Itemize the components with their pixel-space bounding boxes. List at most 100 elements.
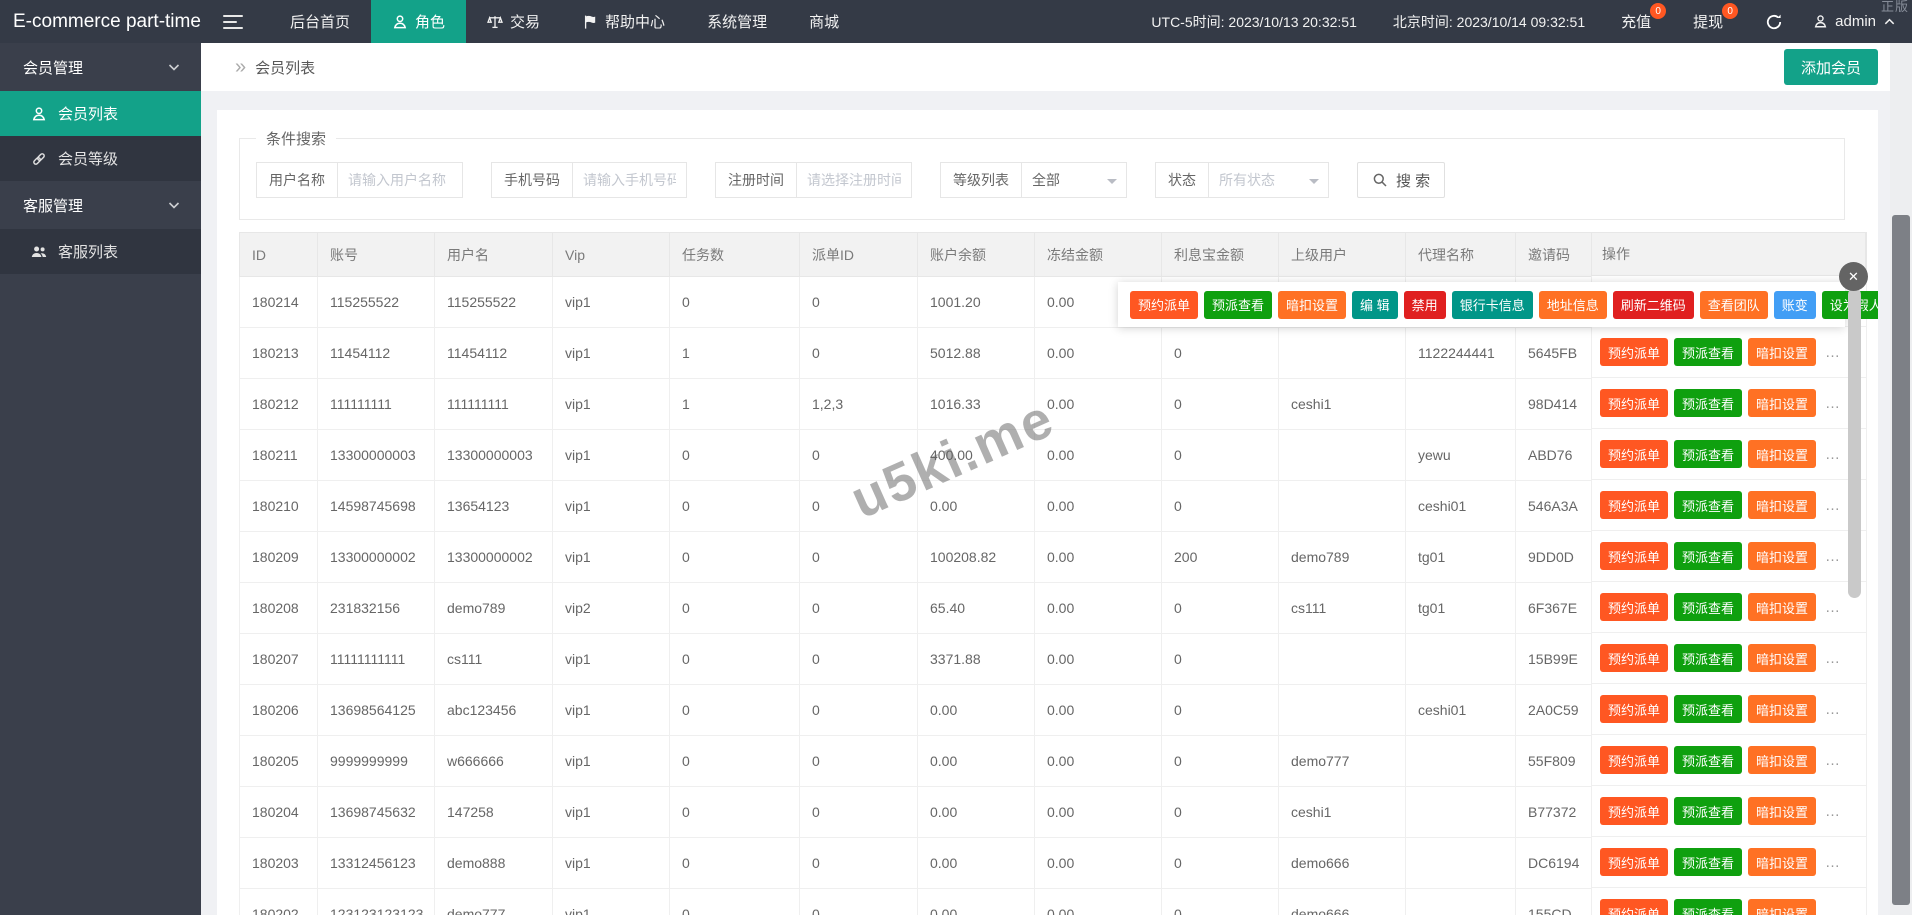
nav-item-2[interactable]: 交易 (466, 0, 561, 43)
action-button[interactable]: 暗扣设置 (1748, 542, 1817, 570)
action-button[interactable]: 暗扣设置 (1748, 440, 1817, 468)
more-actions-icon[interactable]: … (1825, 446, 1841, 463)
action-button[interactable]: 预派查看 (1674, 695, 1743, 723)
more-actions-icon[interactable]: … (1825, 854, 1841, 871)
field-select-3[interactable]: 全部 (1021, 162, 1127, 198)
table-cell: 11111111111 (317, 633, 435, 685)
action-button[interactable]: 预约派单 (1600, 899, 1669, 915)
action-button[interactable]: 暗扣设置 (1748, 695, 1817, 723)
quick-link-0[interactable]: 充值 0 (1621, 3, 1667, 32)
table-cell (1405, 837, 1516, 889)
nav-item-5[interactable]: 商城 (788, 0, 860, 43)
action-button[interactable]: 暗扣设置 (1748, 746, 1817, 774)
table-cell: 3371.88 (917, 633, 1035, 685)
action-button[interactable]: 预约派单 (1600, 848, 1669, 876)
action-button[interactable]: 预约派单 (1600, 389, 1669, 417)
more-actions-icon[interactable]: … (1825, 701, 1841, 718)
action-button[interactable]: 暗扣设置 (1748, 644, 1817, 672)
action-button[interactable]: 刷新二维码 (1612, 290, 1694, 319)
action-button[interactable]: 银行卡信息 (1451, 290, 1533, 319)
action-button[interactable]: 暗扣设置 (1748, 389, 1817, 417)
action-button[interactable]: 预派查看 (1674, 899, 1743, 915)
action-button[interactable]: 预约派单 (1600, 695, 1669, 723)
action-button[interactable]: 预约派单 (1600, 542, 1669, 570)
action-button[interactable]: 预约派单 (1600, 644, 1669, 672)
sidebar-group-1[interactable]: 客服管理 (0, 181, 201, 229)
table-scrollbar-thumb[interactable] (1848, 288, 1861, 598)
action-button[interactable]: 预派查看 (1674, 644, 1743, 672)
nav-item-4[interactable]: 系统管理 (686, 0, 788, 43)
nav-item-3[interactable]: 帮助中心 (561, 0, 686, 43)
menu-toggle-icon[interactable] (223, 14, 243, 29)
page-scrollbar-thumb[interactable] (1892, 215, 1910, 905)
action-button[interactable]: 预派查看 (1674, 338, 1743, 366)
close-icon[interactable]: ✕ (1839, 262, 1868, 291)
sidebar-group-0[interactable]: 会员管理 (0, 43, 201, 91)
add-member-button[interactable]: 添加会员 (1783, 49, 1878, 85)
table-cell: 0 (669, 837, 800, 889)
more-actions-icon[interactable]: … (1825, 905, 1841, 915)
action-button[interactable]: 预派查看 (1674, 593, 1743, 621)
more-actions-icon[interactable]: … (1825, 599, 1841, 616)
action-button[interactable]: 暗扣设置 (1748, 899, 1817, 915)
field-select-4[interactable]: 所有状态 (1208, 162, 1329, 198)
more-actions-icon[interactable]: … (1825, 395, 1841, 412)
actions-cell-6: 预约派单 预派查看 暗扣设置 … (1591, 582, 1866, 633)
sidebar-item-0-0[interactable]: 会员列表 (0, 91, 201, 136)
table-cell: 0.00 (917, 837, 1035, 889)
action-button[interactable]: 预派查看 (1674, 797, 1743, 825)
action-button[interactable]: 地址信息 (1538, 290, 1607, 319)
action-button[interactable]: 暗扣设置 (1748, 848, 1817, 876)
action-button[interactable]: 预约派单 (1600, 338, 1669, 366)
action-button[interactable]: 预派查看 (1674, 491, 1743, 519)
actions-cell-5: 预约派单 预派查看 暗扣设置 … (1591, 531, 1866, 582)
field-input-2[interactable] (796, 162, 912, 198)
action-button[interactable]: 预派查看 (1674, 746, 1743, 774)
more-actions-icon[interactable]: … (1825, 752, 1841, 769)
action-button[interactable]: 预约派单 (1600, 491, 1669, 519)
more-actions-icon[interactable]: … (1825, 650, 1841, 667)
nav-item-0[interactable]: 后台首页 (269, 0, 371, 43)
table-cell: vip1 (552, 684, 670, 736)
search-field-2: 注册时间 (715, 162, 912, 198)
action-button[interactable]: 预约派单 (1600, 746, 1669, 774)
table-cell: 147258 (434, 786, 553, 838)
action-button[interactable]: 预派查看 (1674, 440, 1743, 468)
action-button[interactable]: 预派查看 (1674, 542, 1743, 570)
action-button[interactable]: 暗扣设置 (1748, 797, 1817, 825)
action-button[interactable]: 预派查看 (1674, 848, 1743, 876)
sidebar-item-0-1[interactable]: 会员等级 (0, 136, 201, 181)
action-button[interactable]: 预派查看 (1674, 389, 1743, 417)
table-cell: 13698564125 (317, 684, 435, 736)
action-button[interactable]: 账变 (1773, 290, 1816, 319)
action-button[interactable]: 暗扣设置 (1748, 491, 1817, 519)
quick-link-1[interactable]: 提现 0 (1693, 3, 1739, 32)
search-button[interactable]: 搜 索 (1357, 162, 1446, 198)
more-actions-icon[interactable]: … (1825, 548, 1841, 565)
action-button[interactable]: 预约派单 (1130, 290, 1199, 319)
action-button[interactable]: 编 辑 (1352, 290, 1398, 319)
action-button[interactable]: 查看团队 (1699, 290, 1768, 319)
table-cell: 0 (1161, 888, 1279, 915)
sidebar-item-1-0[interactable]: 客服列表 (0, 229, 201, 274)
action-button[interactable]: 暗扣设置 (1748, 338, 1817, 366)
table-cell: 0 (1161, 837, 1279, 889)
table-cell: 0 (669, 276, 800, 328)
action-button[interactable]: 预派查看 (1204, 290, 1273, 319)
action-button[interactable]: 预约派单 (1600, 440, 1669, 468)
more-actions-icon[interactable]: … (1825, 344, 1841, 361)
action-button[interactable]: 预约派单 (1600, 797, 1669, 825)
action-button[interactable]: 暗扣设置 (1278, 290, 1347, 319)
action-button[interactable]: 禁用 (1403, 290, 1446, 319)
users-icon (31, 244, 47, 260)
refresh-icon[interactable] (1765, 13, 1783, 31)
action-button[interactable]: 预约派单 (1600, 593, 1669, 621)
action-button[interactable]: 暗扣设置 (1748, 593, 1817, 621)
field-input-0[interactable] (337, 162, 463, 198)
admin-menu[interactable]: admin (1813, 13, 1896, 30)
table-cell: 0 (1161, 582, 1279, 634)
nav-item-1[interactable]: 角色 (371, 0, 467, 43)
field-input-1[interactable] (572, 162, 687, 198)
more-actions-icon[interactable]: … (1825, 803, 1841, 820)
more-actions-icon[interactable]: … (1825, 497, 1841, 514)
